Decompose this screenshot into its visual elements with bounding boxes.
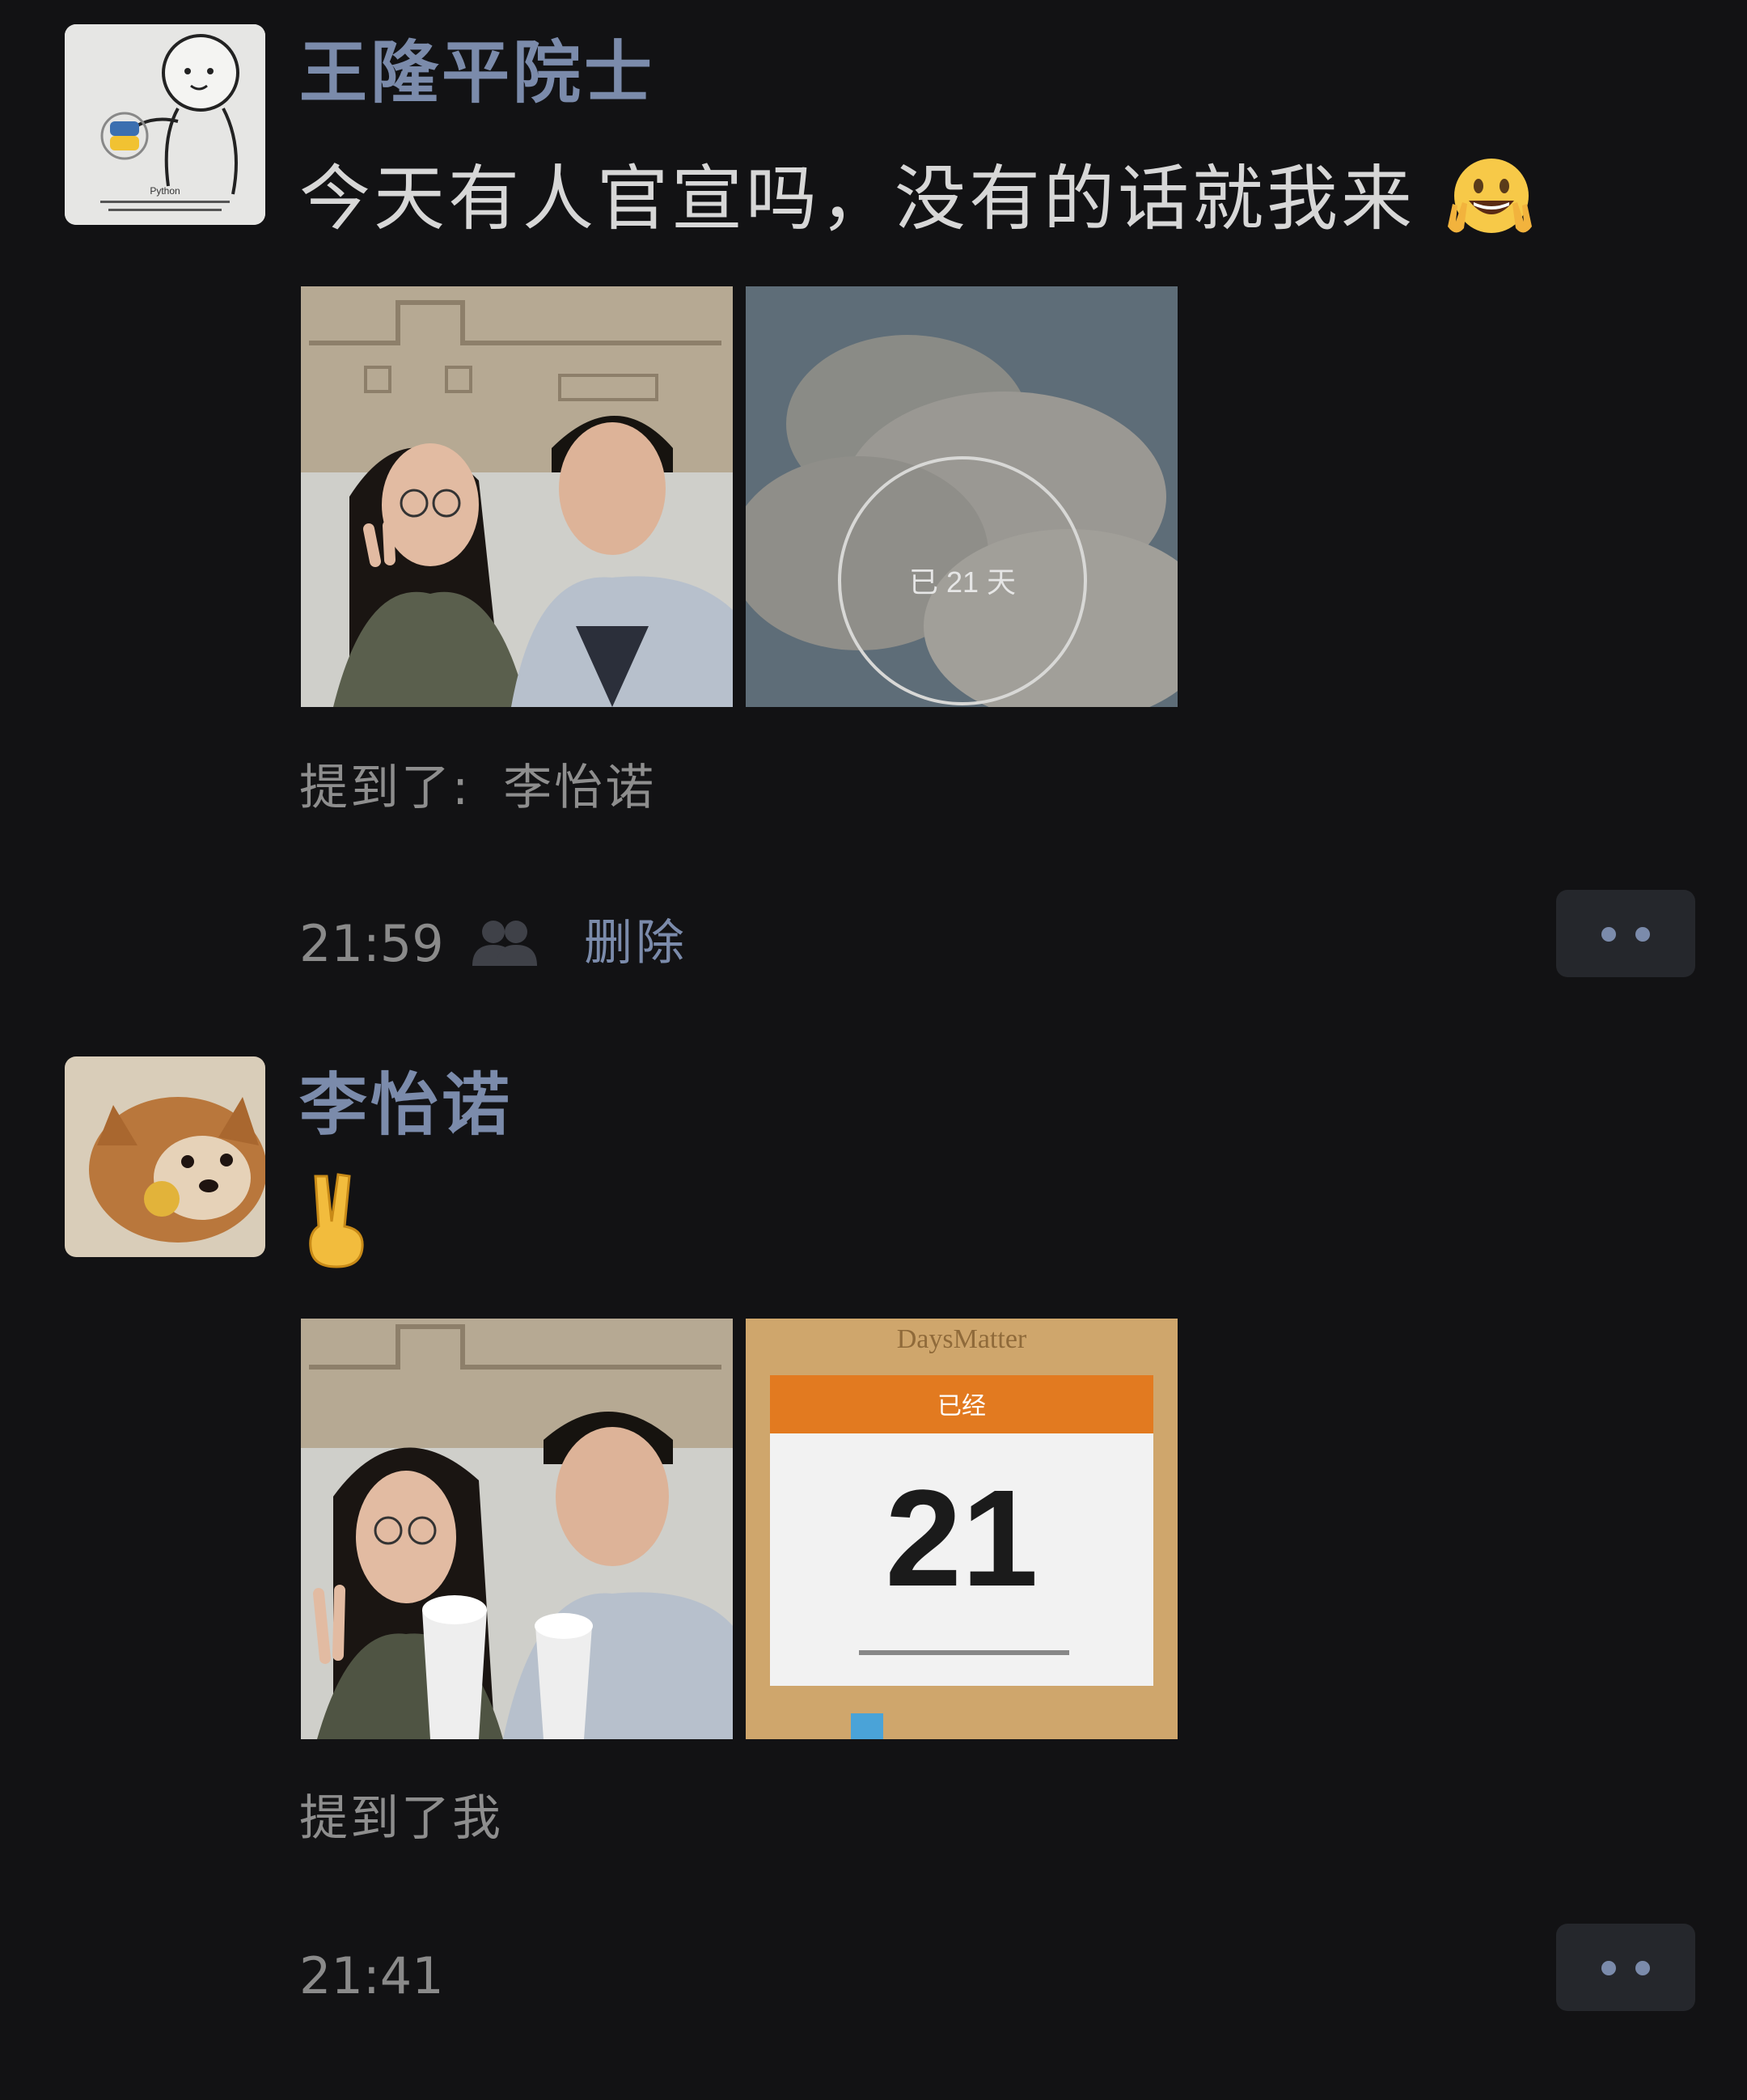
counter-header: 已经 [937,1392,986,1420]
photo-couple[interactable] [301,286,733,707]
photo-daysmatter[interactable]: DaysMatter 已经 21 [746,1319,1178,1739]
moments-feed: Python 王隆平院士 今天有人官宣吗，没有的话就我来 已 21 天 提到了:… [0,0,1747,2100]
victory-grin-emoji-icon [1441,154,1538,254]
post-time: 21:59 [299,914,444,973]
photo-days-counter[interactable]: 已 21 天 [746,286,1178,707]
more-dot-icon [1601,927,1616,942]
mention-line: 提到了我 [299,1790,503,1847]
post-text [299,1173,372,1280]
post-text-content: 今天有人官宣吗，没有的话就我来 [299,156,1416,240]
delete-button[interactable]: 删除 [584,919,687,967]
avatar[interactable] [65,1056,265,1257]
author-name[interactable]: 王隆平院士 [299,39,655,107]
author-name[interactable]: 李怡诺 [299,1071,513,1139]
visibility-group-icon[interactable] [467,917,540,969]
post-text: 今天有人官宣吗，没有的话就我来 [299,154,1538,254]
victory-hand-icon [299,1173,372,1280]
more-dot-icon [1635,1961,1650,1975]
more-dot-icon [1601,1961,1616,1975]
more-dot-icon [1635,927,1650,942]
mention-name[interactable]: 李怡诺 [503,760,656,816]
mention-label: 提到了: [299,760,472,816]
avatar[interactable]: Python [65,24,265,225]
counter-value: 21 [885,1462,1038,1615]
mention-line: 提到了: 李怡诺 [299,764,656,812]
app-name: DaysMatter [897,1324,1027,1354]
avatar-caption: Python [150,185,180,197]
post-time: 21:41 [299,1946,444,2005]
more-actions-button[interactable] [1556,1924,1695,2011]
counter-overlay-text: 已 21 天 [909,565,1016,599]
more-actions-button[interactable] [1556,890,1695,977]
photo-couple-drinks[interactable] [301,1319,733,1739]
